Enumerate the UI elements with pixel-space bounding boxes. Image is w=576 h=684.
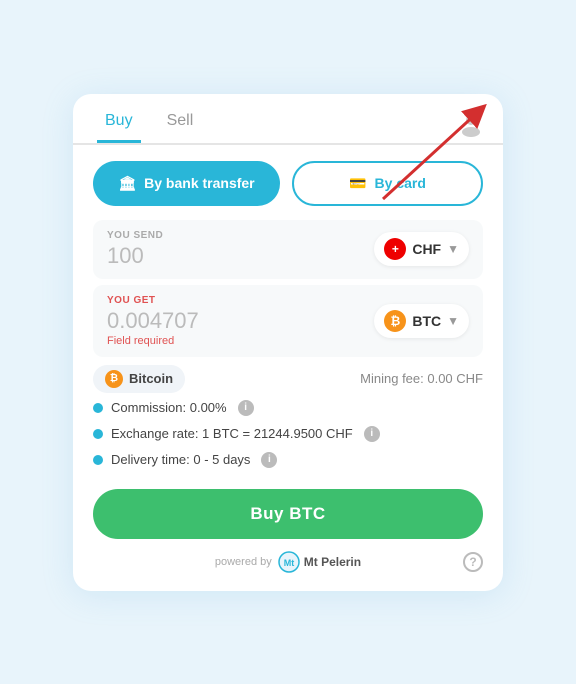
- buy-btc-button[interactable]: Buy BTC: [93, 489, 483, 539]
- tabs-container: Buy Sell: [73, 94, 503, 145]
- get-currency-label: BTC: [412, 313, 441, 329]
- tab-sell[interactable]: Sell: [159, 112, 202, 143]
- send-currency-label: CHF: [412, 241, 441, 257]
- bank-icon: 🏛: [118, 175, 136, 192]
- delivery-info-icon[interactable]: i: [261, 452, 277, 468]
- commission-item: Commission: 0.00% i: [93, 397, 483, 419]
- crypto-tag[interactable]: ₿ Bitcoin: [93, 365, 185, 393]
- exchange-rate-info-icon[interactable]: i: [364, 426, 380, 442]
- bitcoin-icon: ₿: [105, 370, 123, 388]
- pelerin-brand-text: Mt Pelerin: [304, 555, 361, 569]
- exchange-rate-item: Exchange rate: 1 BTC = 21244.9500 CHF i: [93, 423, 483, 445]
- send-currency-chevron: ▼: [447, 242, 459, 256]
- bank-transfer-button[interactable]: 🏛 By bank transfer: [93, 161, 280, 206]
- send-left: YOU SEND 100: [107, 230, 163, 269]
- svg-text:Mt: Mt: [284, 558, 295, 568]
- get-section: YOU GET 0.004707 Field required ₿ BTC ▼: [93, 285, 483, 357]
- pelerin-icon-svg: Mt: [278, 551, 300, 573]
- send-value[interactable]: 100: [107, 243, 163, 269]
- crypto-row: ₿ Bitcoin Mining fee: 0.00 CHF: [93, 365, 483, 393]
- tab-buy[interactable]: Buy: [97, 112, 141, 143]
- field-required-text: Field required: [107, 335, 199, 347]
- tabs-row: Buy Sell: [73, 94, 503, 145]
- get-currency-chevron: ▼: [447, 314, 459, 328]
- commission-info-icon[interactable]: i: [238, 400, 254, 416]
- timeline-dot-2: [93, 429, 103, 439]
- card-button[interactable]: 💳 By card: [292, 161, 483, 206]
- get-value[interactable]: 0.004707: [107, 308, 199, 334]
- help-icon[interactable]: ?: [463, 552, 483, 572]
- user-icon[interactable]: [457, 110, 485, 143]
- pelerin-logo: Mt Mt Pelerin: [278, 551, 361, 573]
- main-card: Buy Sell 🏛 By bank: [73, 94, 503, 591]
- timeline-dot-3: [93, 455, 103, 465]
- send-currency-selector[interactable]: + CHF ▼: [374, 232, 469, 266]
- send-label: YOU SEND: [107, 230, 163, 241]
- get-left: YOU GET 0.004707 Field required: [107, 295, 199, 347]
- get-currency-selector[interactable]: ₿ BTC ▼: [374, 304, 469, 338]
- chf-icon: +: [384, 238, 406, 260]
- mining-fee-text: Mining fee: 0.00 CHF: [360, 371, 483, 386]
- send-section: YOU SEND 100 + CHF ▼: [93, 220, 483, 279]
- details-timeline: Commission: 0.00% i Exchange rate: 1 BTC…: [93, 397, 483, 471]
- payment-row: 🏛 By bank transfer 💳 By card: [73, 145, 503, 214]
- card-icon: 💳: [349, 175, 366, 192]
- delivery-item: Delivery time: 0 - 5 days i: [93, 449, 483, 471]
- powered-by-text: powered by: [215, 556, 272, 568]
- user-svg: [457, 110, 485, 138]
- btc-icon: ₿: [384, 310, 406, 332]
- timeline-dot-1: [93, 403, 103, 413]
- get-label: YOU GET: [107, 295, 199, 306]
- footer: powered by Mt Mt Pelerin ?: [73, 547, 503, 573]
